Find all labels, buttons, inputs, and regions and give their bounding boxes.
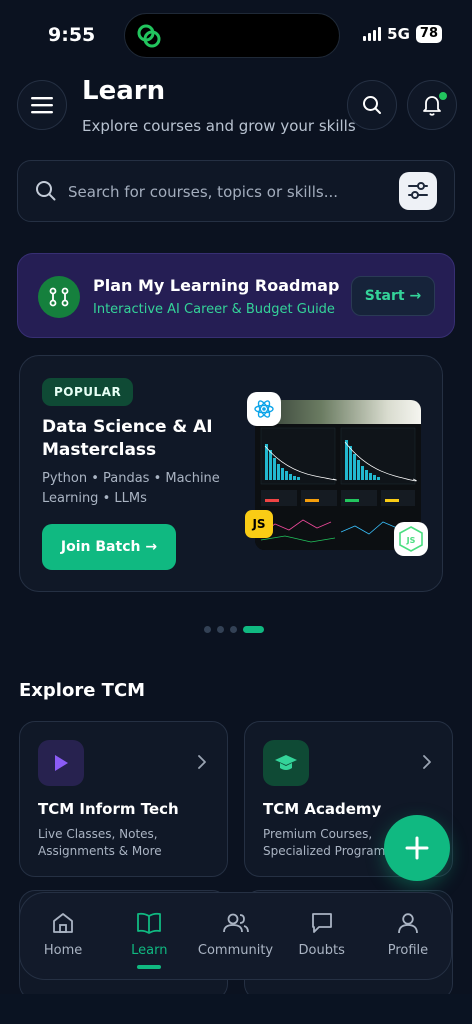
svg-text:JS: JS: [406, 536, 416, 545]
search-input[interactable]: [68, 179, 398, 205]
dynamic-island: [124, 13, 340, 58]
roadmap-route-icon: [38, 276, 80, 318]
user-icon: [398, 913, 418, 934]
book-icon: [137, 912, 162, 934]
network-label: 5G: [387, 25, 410, 43]
roadmap-banner[interactable]: Plan My Learning Roadmap Interactive AI …: [17, 253, 455, 338]
page-title: Learn: [82, 76, 166, 106]
course-title: Data Science & AI Masterclass: [42, 417, 213, 460]
nav-item-learn[interactable]: Learn: [106, 893, 192, 979]
filter-button[interactable]: [399, 172, 437, 210]
plus-icon: [405, 836, 429, 860]
menu-button[interactable]: [17, 80, 67, 130]
status-bar: 9:55 5G 78: [0, 0, 472, 70]
nav-item-profile[interactable]: Profile: [365, 893, 451, 979]
card-title: TCM Inform Tech: [38, 800, 179, 818]
search-icon: [363, 96, 381, 114]
tcm-inform-tech-card[interactable]: TCM Inform Tech Live Classes, Notes, Ass…: [19, 721, 228, 877]
play-icon: [38, 740, 84, 786]
hamburger-icon: [31, 97, 53, 114]
chevron-right-icon: [198, 755, 206, 769]
sliders-icon: [408, 182, 428, 199]
search-icon: [36, 181, 56, 201]
graduation-cap-icon: [263, 740, 309, 786]
search-button[interactable]: [347, 80, 397, 130]
nav-label: Home: [43, 943, 83, 958]
roadmap-title: Plan My Learning Roadmap: [93, 276, 340, 295]
javascript-icon: JS: [245, 510, 273, 538]
explore-section-title: Explore TCM: [19, 680, 146, 701]
users-icon: [222, 913, 249, 933]
react-icon: [247, 392, 281, 426]
signal-icon: [363, 27, 382, 41]
carousel-dot[interactable]: [217, 626, 224, 633]
carousel-dot[interactable]: [230, 626, 237, 633]
nav-label: Learn: [131, 943, 168, 958]
bottom-navigation: Home Learn Community Doubts Profile: [19, 892, 452, 980]
page-subtitle: Explore courses and grow your skills: [82, 117, 356, 135]
nav-item-doubts[interactable]: Doubts: [279, 893, 365, 979]
status-indicators: 5G 78: [363, 25, 442, 43]
chevron-right-icon: [423, 755, 431, 769]
carousel-dot[interactable]: [204, 626, 211, 633]
nav-label: Profile: [387, 943, 429, 958]
featured-course-card[interactable]: POPULAR Data Science & AI Masterclass Py…: [19, 355, 443, 592]
nav-item-community[interactable]: Community: [192, 893, 278, 979]
join-batch-button[interactable]: Join Batch →: [42, 524, 176, 570]
card-description: Live Classes, Notes, Assignments & More: [38, 827, 162, 858]
home-icon: [53, 913, 73, 933]
popular-badge: POPULAR: [42, 378, 134, 406]
nodejs-icon: JS: [394, 522, 428, 556]
card-title: TCM Academy: [263, 800, 382, 818]
notification-dot: [439, 92, 447, 100]
notifications-button[interactable]: [407, 80, 457, 130]
home-indicator-area: [0, 994, 472, 1024]
roadmap-subtitle: Interactive AI Career & Budget Guide: [93, 302, 335, 317]
roadmap-start-button[interactable]: Start →: [351, 276, 435, 316]
course-thumbnail: JS JS: [245, 392, 431, 556]
nav-label: Community: [197, 943, 274, 958]
search-bar[interactable]: [17, 160, 455, 222]
status-time: 9:55: [48, 24, 96, 46]
active-indicator: [137, 965, 162, 969]
carousel-dot-active[interactable]: [243, 626, 264, 633]
app-link-icon: [137, 24, 161, 48]
nav-label: Doubts: [298, 943, 345, 958]
battery-icon: 78: [415, 25, 442, 43]
course-tags: Python • Pandas • Machine Learning • LLM…: [42, 471, 220, 506]
nav-item-home[interactable]: Home: [20, 893, 106, 979]
chat-icon: [311, 913, 332, 933]
add-fab-button[interactable]: [384, 815, 450, 881]
carousel-indicator[interactable]: [204, 626, 264, 633]
